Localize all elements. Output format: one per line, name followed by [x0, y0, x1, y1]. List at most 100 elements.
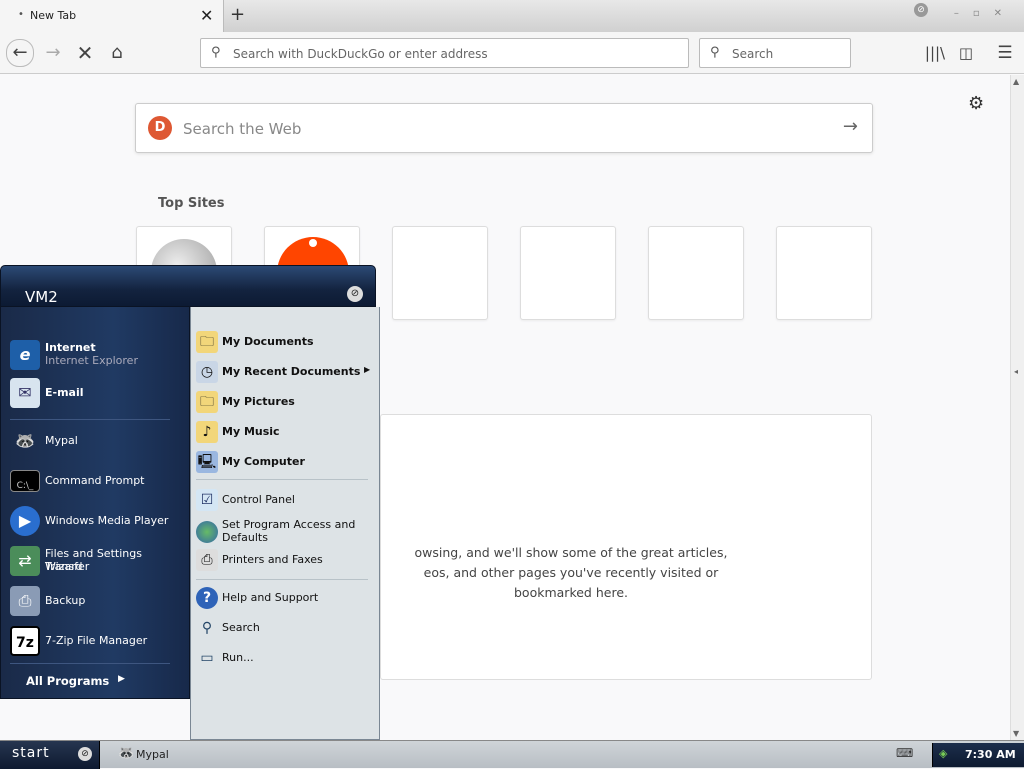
transfer-wizard-icon: ⇄ [10, 546, 40, 576]
start-item-label: Set Program Access and [222, 518, 356, 531]
search-icon: ⚲ [710, 45, 720, 60]
all-programs-button[interactable]: All Programs [26, 674, 109, 688]
start-item-label: My Documents [222, 335, 314, 348]
start-item-label: Printers and Faxes [222, 553, 323, 566]
search-icon: ⚲ [211, 45, 221, 60]
folder-documents-icon: 🗀 [196, 331, 218, 353]
highlights-message-line: eos, and other pages you've recently vis… [423, 565, 719, 580]
top-site-tile-empty[interactable] [520, 226, 616, 320]
start-menu-separator [196, 579, 368, 580]
top-site-tile-empty[interactable] [648, 226, 744, 320]
start-item-7zip[interactable]: 7z 7-Zip File Manager [8, 621, 186, 661]
new-tab-button[interactable]: + [230, 4, 245, 25]
library-button[interactable]: |||\ [922, 40, 948, 66]
top-site-tile-empty[interactable] [776, 226, 872, 320]
start-item-label: Backup [45, 594, 86, 607]
reddit-antenna-icon [309, 239, 317, 247]
menu-button[interactable]: ☰ [992, 40, 1018, 66]
folder-pictures-icon: 🗀 [196, 391, 218, 413]
stop-button[interactable]: ✕ [72, 40, 98, 66]
start-item-my-music[interactable]: ♪ My Music [194, 419, 376, 445]
start-item-title: Internet [45, 341, 96, 354]
recent-documents-icon: ◷ [196, 361, 218, 383]
start-item-label: Run... [222, 651, 254, 664]
start-item-label-line2: Defaults [222, 531, 268, 544]
scroll-up-icon[interactable]: ▲ [1013, 77, 1019, 86]
highlights-message: owsing, and we'll show some of the great… [381, 543, 761, 603]
start-item-run[interactable]: ▭ Run... [194, 645, 376, 671]
start-item-internet[interactable]: e Internet Internet Explorer [8, 335, 186, 375]
start-item-subtitle: Internet Explorer [45, 354, 138, 367]
url-placeholder: Search with DuckDuckGo or enter address [233, 47, 488, 61]
home-button[interactable]: ⌂ [104, 40, 130, 66]
start-menu-separator [10, 663, 170, 664]
start-item-label: Control Panel [222, 493, 295, 506]
start-item-control-panel[interactable]: ☑ Control Panel [194, 487, 376, 513]
duckduckgo-icon: D [148, 116, 172, 140]
clock[interactable]: 7:30 AM [965, 748, 1016, 761]
url-bar[interactable]: ⚲ Search with DuckDuckGo or enter addres… [200, 38, 689, 68]
forward-button[interactable]: → [40, 40, 66, 66]
keyboard-icon[interactable]: ⌨ [896, 746, 913, 760]
top-site-tile-empty[interactable] [392, 226, 488, 320]
page-scrollbar[interactable]: ▲ ◂ ▼ [1010, 75, 1024, 740]
start-item-my-computer[interactable]: 🖳 My Computer [194, 449, 376, 475]
top-sites-heading: Top Sites [158, 196, 225, 211]
start-item-help[interactable]: ? Help and Support [194, 585, 376, 611]
start-label: start [12, 745, 50, 761]
sidebar-icon: ◫ [958, 44, 974, 62]
start-item-printers[interactable]: ⎙ Printers and Faxes [194, 547, 376, 573]
start-item-search[interactable]: ⚲ Search [194, 615, 376, 641]
start-item-backup[interactable]: ⎙ Backup [8, 581, 186, 621]
start-item-my-pictures[interactable]: 🗀 My Pictures [194, 389, 376, 415]
start-item-label: Windows Media Player [45, 514, 169, 527]
taskbar-button-mypal[interactable]: 🦝 Mypal [114, 744, 274, 766]
start-item-label: My Recent Documents [222, 365, 361, 378]
search-icon: ⚲ [201, 620, 213, 636]
start-item-transfer-wizard[interactable]: ⇄ Files and Settings Transfer Wizard [8, 541, 186, 581]
network-icon[interactable]: ◈ [939, 747, 947, 760]
start-item-label: Command Prompt [45, 474, 145, 487]
start-button[interactable]: start ⊘ [0, 741, 100, 769]
start-item-title: E-mail [45, 386, 84, 399]
home-icon: ⌂ [111, 42, 123, 63]
settings-gear-button[interactable]: ⚙ [968, 93, 984, 114]
hamburger-icon: ☰ [997, 43, 1013, 63]
all-programs-arrow-icon: ▶ [118, 674, 125, 684]
search-bar[interactable]: ⚲ Search [699, 38, 851, 68]
scroll-down-icon[interactable]: ▼ [1013, 729, 1019, 738]
search-go-arrow-icon[interactable]: → [843, 116, 858, 137]
media-player-icon: ▶ [10, 506, 40, 536]
start-item-command-prompt[interactable]: C:\_ Command Prompt [8, 461, 186, 501]
tab-close-button[interactable]: ✕ [200, 6, 213, 25]
scroll-thumb-icon[interactable]: ◂ [1014, 367, 1018, 376]
window-controls[interactable]: –▫✕ [954, 8, 1016, 19]
start-item-label: Help and Support [222, 591, 319, 604]
start-item-label: My Music [222, 425, 280, 438]
user-name: VM2 [25, 288, 58, 306]
start-item-label-line2: Wizard [45, 560, 83, 573]
start-item-media-player[interactable]: ▶ Windows Media Player [8, 501, 186, 541]
start-item-mypal[interactable]: 🦝 Mypal [8, 421, 186, 461]
start-item-label: 7-Zip File Manager [45, 634, 148, 647]
tab-title: New Tab [30, 9, 77, 22]
tab-new-tab[interactable]: • New Tab ✕ [0, 0, 224, 32]
taskbar: start ⊘ 🦝 Mypal ⌨ ◈ 7:30 AM [0, 740, 1024, 769]
start-menu-header: VM2 ⊘ [0, 265, 376, 307]
mypal-icon: 🦝 [118, 746, 135, 761]
start-menu-separator [196, 479, 368, 480]
highlights-empty-panel: owsing, and we'll show some of the great… [380, 414, 872, 680]
gear-icon: ⚙ [968, 93, 985, 114]
control-panel-icon: ☑ [196, 489, 218, 511]
stop-icon: ✕ [76, 41, 94, 65]
backup-icon: ⎙ [10, 586, 40, 616]
start-item-email[interactable]: ✉ E-mail [8, 373, 186, 413]
web-search-box[interactable]: D Search the Web → [135, 103, 873, 153]
navigation-toolbar: ← → ✕ ⌂ ⚲ Search with DuckDuckGo or ente… [0, 32, 1024, 74]
back-button[interactable]: ← [6, 39, 34, 67]
start-item-my-documents[interactable]: 🗀 My Documents [194, 329, 376, 355]
start-item-my-recent-documents[interactable]: ◷ My Recent Documents ▶ [194, 359, 376, 385]
sidebar-button[interactable]: ◫ [953, 40, 979, 66]
start-item-label: Search [222, 621, 260, 634]
start-item-program-access[interactable]: Set Program Access and Defaults [194, 515, 376, 549]
